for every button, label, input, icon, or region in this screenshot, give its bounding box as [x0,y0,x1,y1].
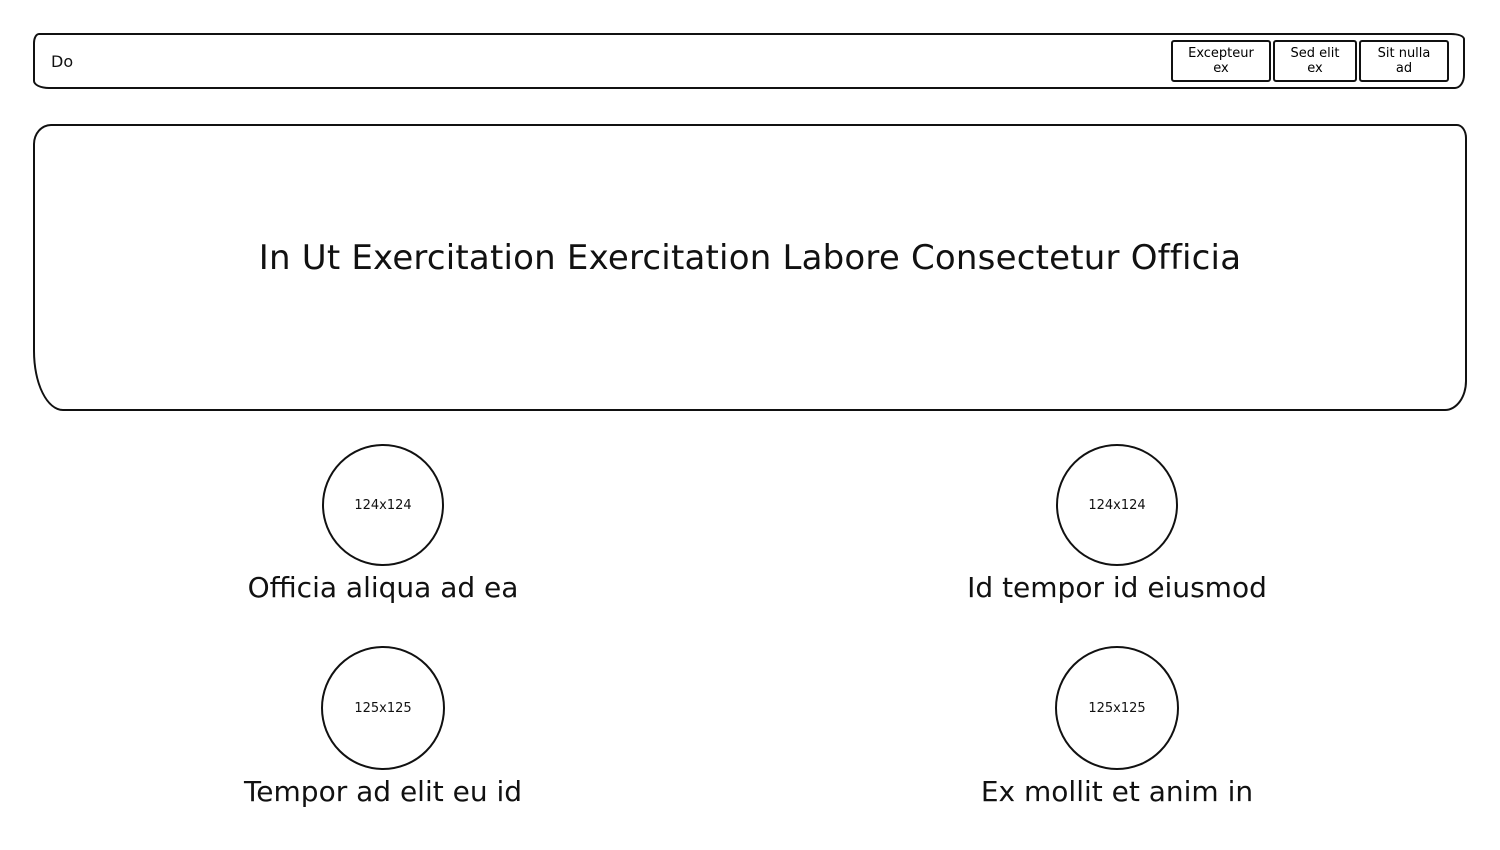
feature-card: 124x124 Id tempor id eiusmod [917,444,1317,606]
image-placeholder: 124x124 [1056,444,1178,566]
hero-banner: In Ut Exercitation Exercitation Labore C… [33,124,1467,411]
image-placeholder: 125x125 [321,646,445,770]
card-label: Officia aliqua ad ea [247,571,519,604]
brand-logo[interactable]: Do [51,52,73,71]
nav-button-group: Excepteur ex Sed elit ex Sit nulla ad [1171,40,1449,82]
image-placeholder: 124x124 [322,444,444,566]
feature-card: 125x125 Ex mollit et anim in [917,646,1317,810]
card-label: Id tempor id eiusmod [967,571,1267,604]
nav-button-sed-elit[interactable]: Sed elit ex [1273,40,1357,82]
feature-card: 125x125 Tempor ad elit eu id [183,646,583,810]
header-bar: Do Excepteur ex Sed elit ex Sit nulla ad [33,33,1465,89]
card-label: Tempor ad elit eu id [243,775,523,808]
hero-title: In Ut Exercitation Exercitation Labore C… [258,237,1242,278]
nav-button-sit-nulla[interactable]: Sit nulla ad [1359,40,1449,82]
image-placeholder: 125x125 [1055,646,1179,770]
feature-card: 124x124 Officia aliqua ad ea [183,444,583,606]
nav-button-excepteur[interactable]: Excepteur ex [1171,40,1271,82]
card-label: Ex mollit et anim in [980,775,1254,808]
